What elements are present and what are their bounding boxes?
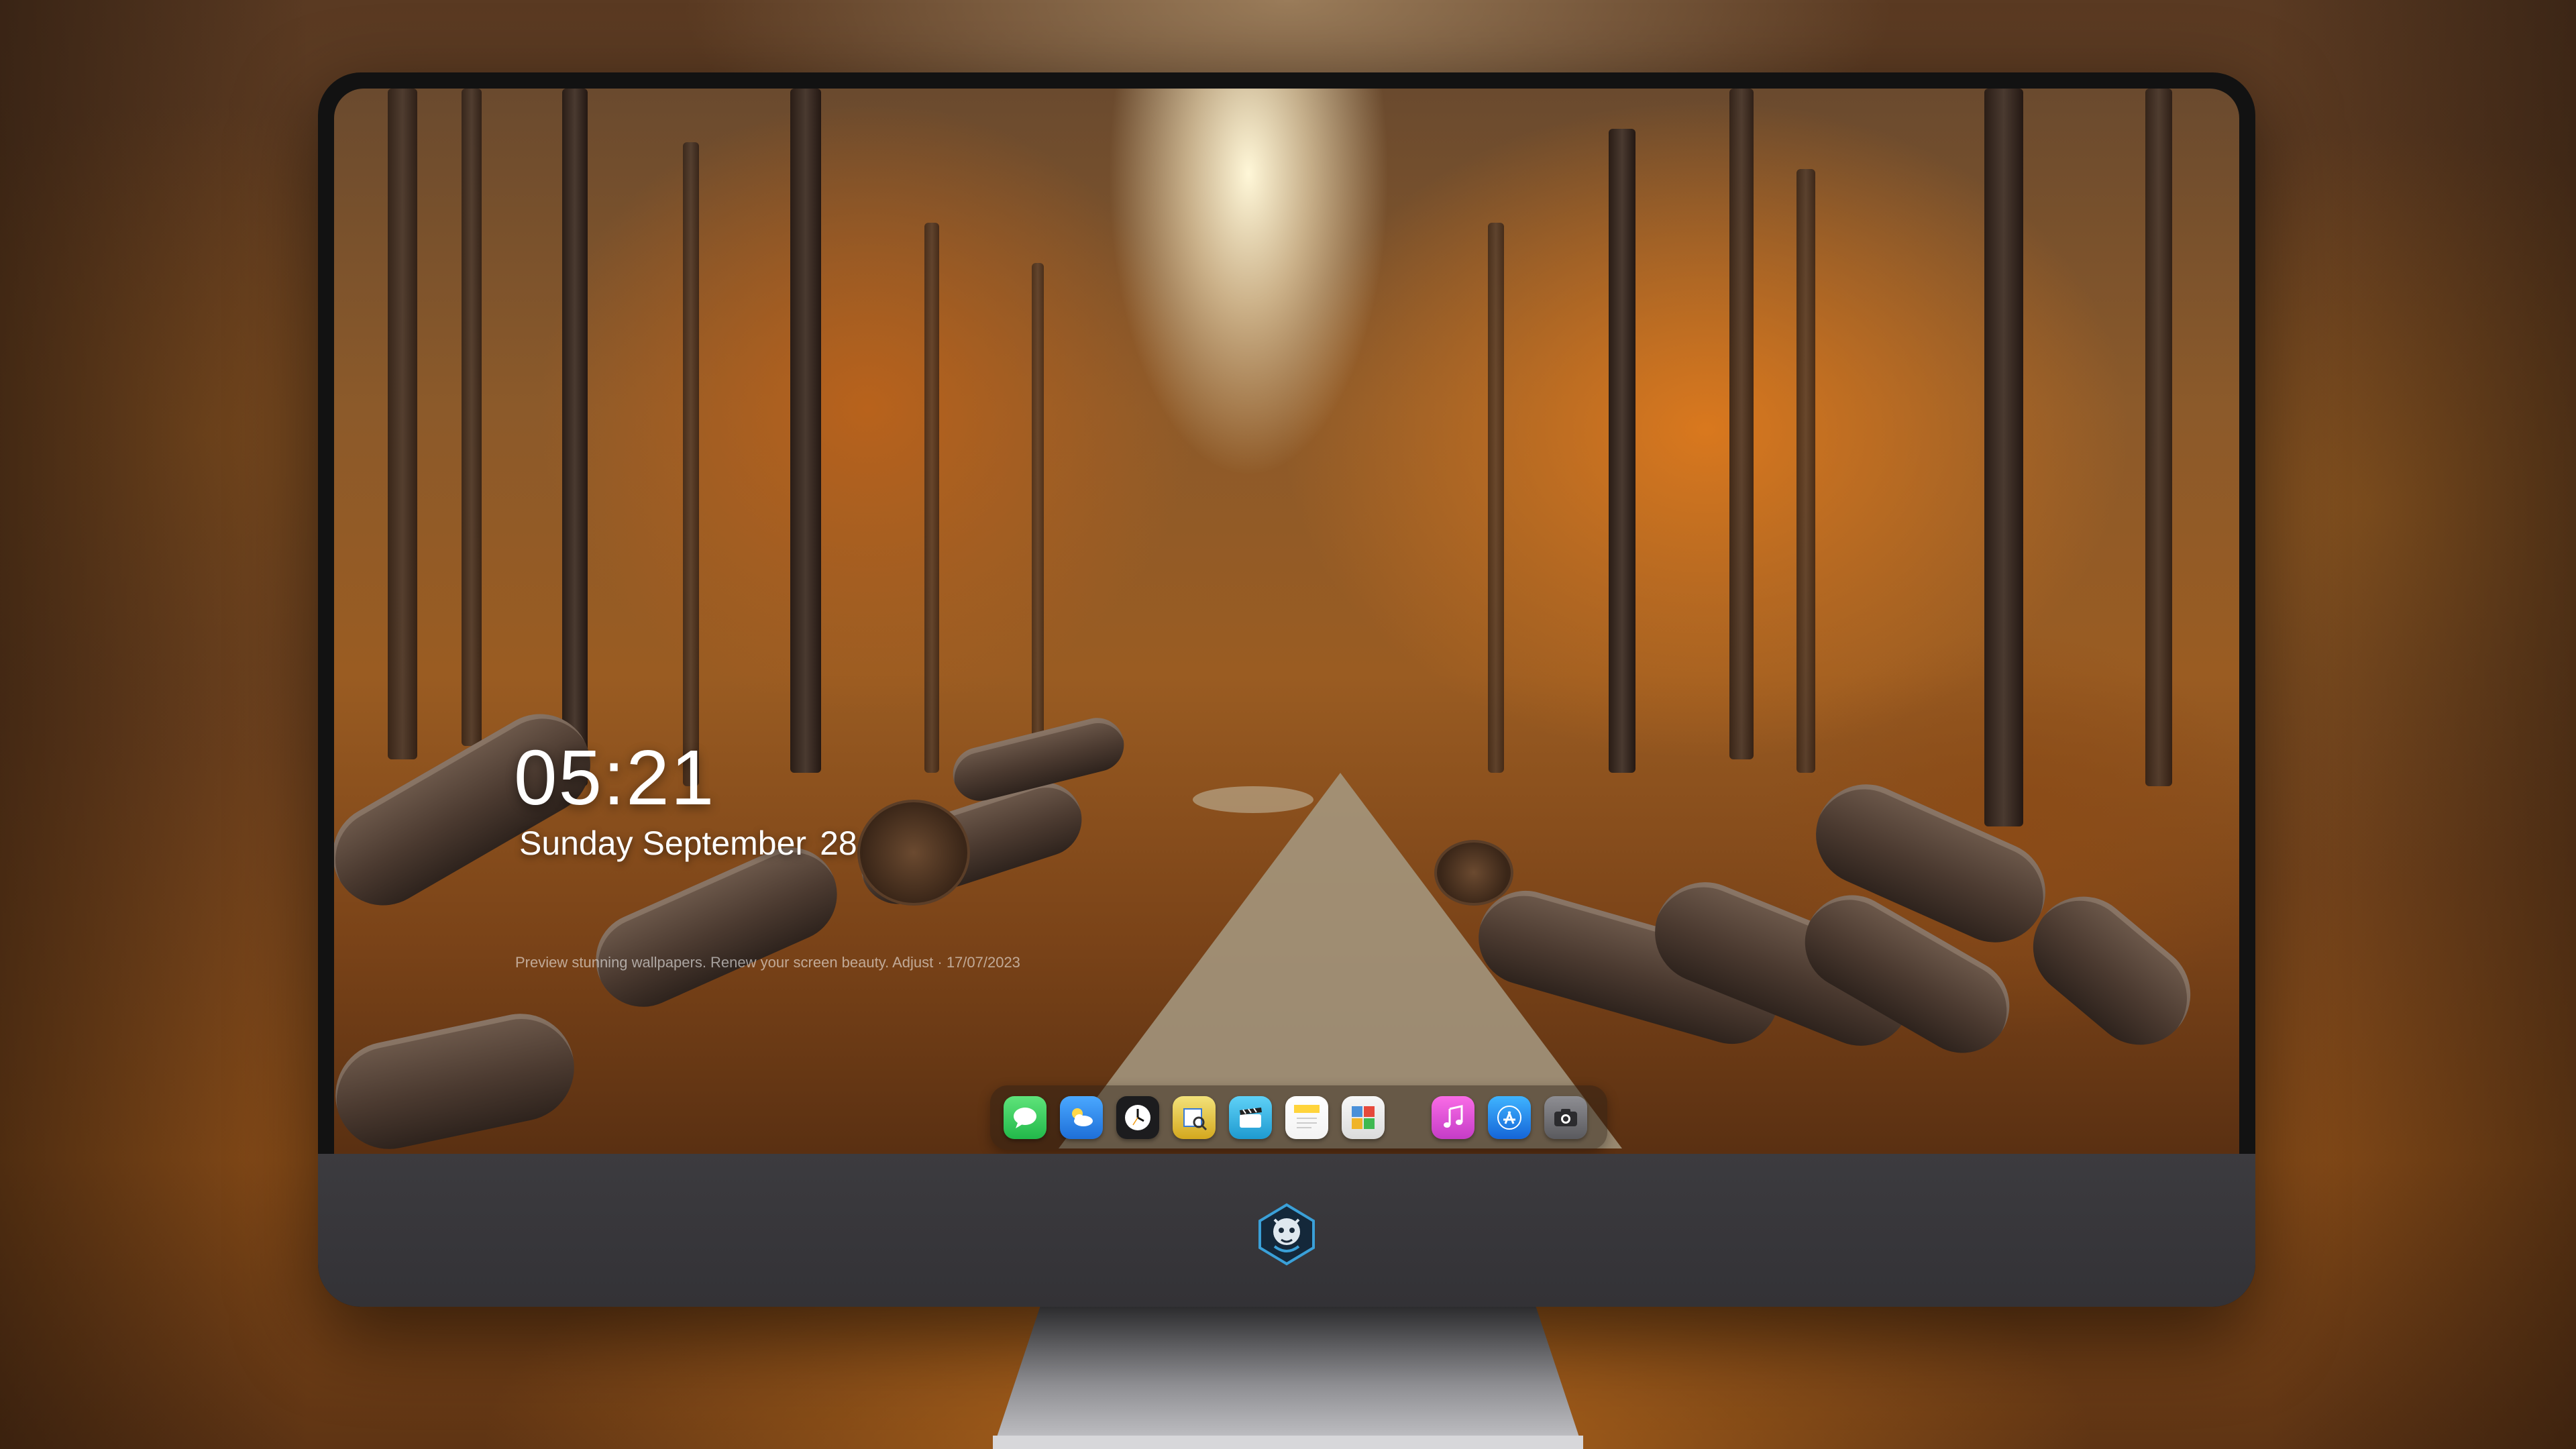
log-end (1434, 840, 1513, 906)
photo-booth-icon (1352, 1106, 1375, 1129)
photo-booth-app[interactable] (1342, 1096, 1385, 1139)
notes-app[interactable] (1285, 1096, 1328, 1139)
tree-trunk (790, 89, 821, 773)
date-day: 28 (820, 824, 857, 862)
lockscreen-date: Sunday September 28 (519, 824, 857, 863)
log-end (857, 800, 970, 906)
clips-app[interactable] (1229, 1096, 1272, 1139)
tree-trunk (1796, 169, 1815, 773)
log (334, 1004, 584, 1154)
dock (990, 1085, 1607, 1150)
monitor-stand (993, 1307, 1583, 1449)
messages-icon (1014, 1108, 1036, 1128)
tree-trunk (562, 89, 588, 786)
preview-app[interactable] (1173, 1096, 1216, 1139)
clock-app[interactable] (1116, 1096, 1159, 1139)
messages-app[interactable] (1004, 1096, 1046, 1139)
preview-icon (1183, 1108, 1208, 1131)
wallpaper-caption: Preview stunning wallpapers. Renew your … (515, 954, 1020, 971)
tree-trunk (683, 142, 699, 786)
tree-trunk (2145, 89, 2172, 786)
weather-icon (1072, 1108, 1093, 1126)
monitor: 05:21 Sunday September 28 Preview stunnin… (318, 72, 2255, 1307)
desktop-wallpaper: 05:21 Sunday September 28 Preview stunnin… (334, 89, 2239, 1154)
clock-icon (1125, 1105, 1150, 1130)
weather-app[interactable] (1060, 1096, 1103, 1139)
tree-trunk (1488, 223, 1504, 773)
music-icon (1444, 1105, 1463, 1128)
tree-trunk (388, 89, 417, 759)
notes-icon (1294, 1105, 1320, 1128)
tree-trunk (1729, 89, 1754, 759)
camera-app[interactable] (1544, 1096, 1587, 1139)
lockscreen-clock: 05:21 (514, 734, 716, 821)
clips-icon (1240, 1108, 1262, 1128)
dock-separator (1398, 1114, 1418, 1121)
camera-icon (1554, 1109, 1577, 1126)
tree-trunk (1984, 89, 2023, 826)
tree-trunk (1032, 263, 1044, 759)
tree-trunk (462, 89, 482, 746)
tree-trunk (924, 223, 939, 773)
dragon-logo-icon (1254, 1202, 1319, 1267)
app-store-app[interactable] (1488, 1096, 1531, 1139)
app-store-icon (1497, 1106, 1521, 1130)
forest-path-horizon (1193, 786, 1313, 813)
date-weekday-month: Sunday September (519, 824, 807, 862)
tree-trunk (1609, 129, 1635, 773)
music-app[interactable] (1432, 1096, 1474, 1139)
monitor-stand-base (993, 1436, 1583, 1449)
